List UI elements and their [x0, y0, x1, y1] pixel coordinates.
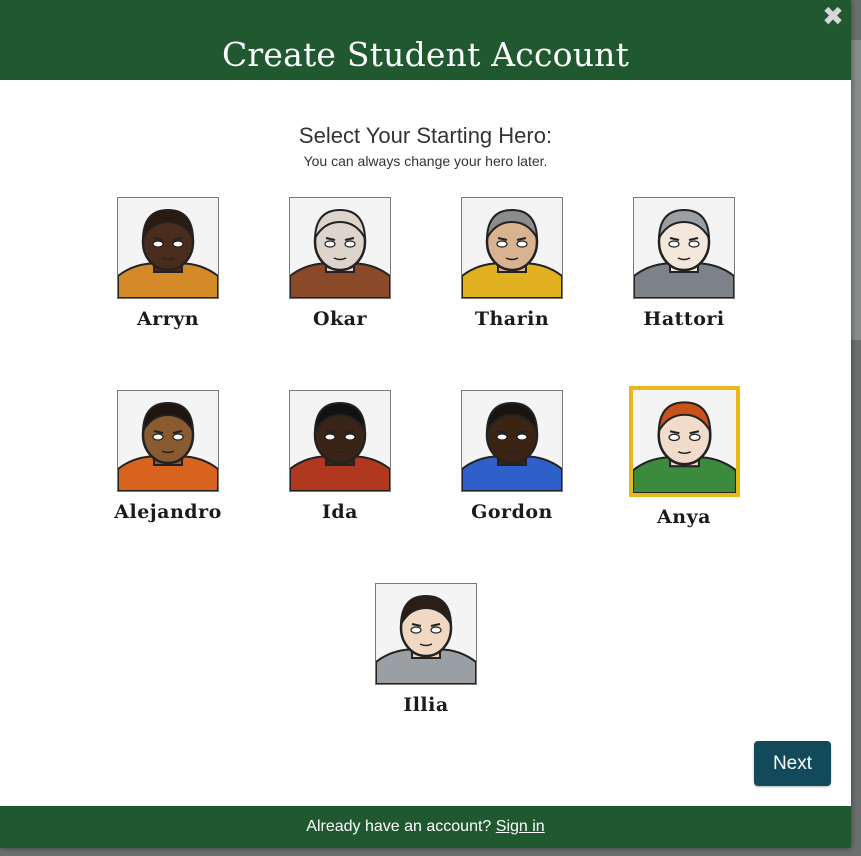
- hero-option[interactable]: Ida: [270, 390, 410, 523]
- hero-avatar-icon: [462, 198, 562, 298]
- hero-select-subheading: You can always change your hero later.: [303, 153, 548, 169]
- hero-portrait: [633, 197, 735, 299]
- create-account-modal: Create Student Account ✖ Select Your Sta…: [0, 0, 851, 848]
- hero-name: Alejandro: [114, 501, 222, 523]
- hero-name: Arryn: [136, 308, 200, 330]
- hero-name: Anya: [657, 506, 711, 528]
- hero-portrait: [117, 197, 219, 299]
- hero-portrait: [375, 583, 477, 685]
- close-x-icon[interactable]: ✖: [819, 3, 847, 31]
- hero-option[interactable]: Alejandro: [98, 390, 238, 523]
- hero-option[interactable]: Illia: [356, 583, 496, 716]
- hero-avatar-icon: [462, 391, 562, 491]
- hero-name: Okar: [312, 308, 368, 330]
- hero-option[interactable]: Arryn: [98, 197, 238, 330]
- hero-avatar-icon: [376, 584, 476, 684]
- hero-select-heading: Select Your Starting Hero:: [298, 123, 553, 148]
- hero-avatar-icon: [632, 390, 736, 493]
- hero-portrait: [117, 390, 219, 492]
- hero-option[interactable]: Tharin: [442, 197, 582, 330]
- hero-portrait: [289, 197, 391, 299]
- hero-avatar-icon: [634, 198, 734, 298]
- modal-title: Create Student Account: [221, 35, 630, 74]
- hero-avatar-icon: [290, 391, 390, 491]
- hero-option[interactable]: Hattori: [614, 197, 754, 330]
- hero-portrait: [461, 197, 563, 299]
- hero-name: Gordon: [471, 501, 553, 523]
- hero-name: Ida: [322, 501, 358, 523]
- modal-header: Create Student Account: [0, 0, 851, 80]
- hero-name: Tharin: [474, 308, 550, 330]
- hero-option[interactable]: Gordon: [442, 390, 582, 523]
- hero-option[interactable]: Anya: [614, 386, 754, 528]
- hero-avatar-icon: [118, 198, 218, 298]
- hero-avatar-icon: [290, 198, 390, 298]
- footer-text: Already have an account?: [306, 818, 492, 835]
- hero-option[interactable]: Okar: [270, 197, 410, 330]
- hero-portrait: [289, 390, 391, 492]
- next-button[interactable]: Next: [754, 741, 831, 786]
- hero-portrait: [628, 386, 740, 497]
- sign-in-link[interactable]: Sign in: [496, 818, 545, 835]
- hero-name: Hattori: [643, 308, 725, 330]
- hero-portrait: [461, 390, 563, 492]
- hero-name: Illia: [403, 694, 449, 716]
- hero-avatar-icon: [118, 391, 218, 491]
- modal-footer: Already have an account? Sign in: [0, 806, 851, 848]
